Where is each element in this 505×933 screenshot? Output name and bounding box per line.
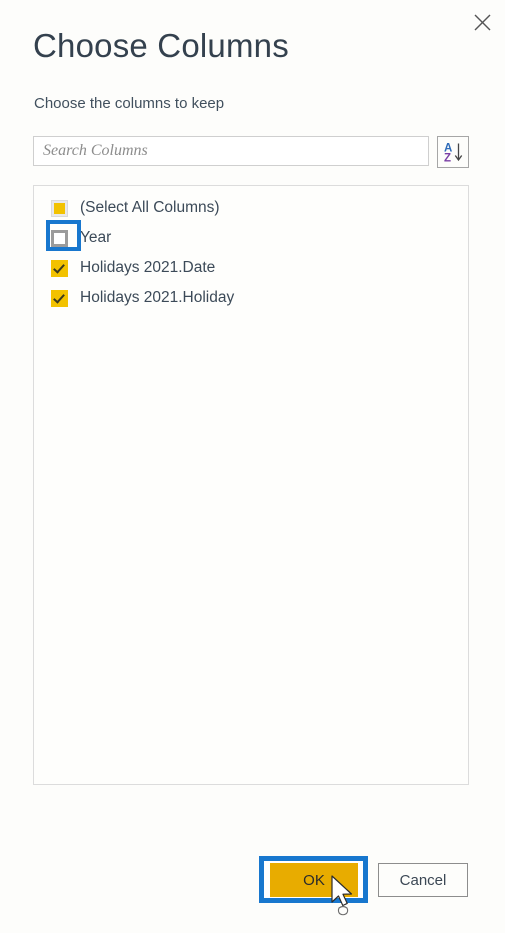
close-icon: [473, 13, 492, 32]
close-dialog-button[interactable]: [465, 6, 499, 38]
sort-az-button[interactable]: A Z: [437, 136, 469, 168]
cancel-button[interactable]: Cancel: [378, 863, 468, 897]
list-item-label: Year: [80, 229, 112, 247]
checkbox-holidays-2021-date[interactable]: [51, 259, 68, 277]
list-item-label: Holidays 2021.Date: [80, 259, 216, 277]
sort-az-icon: A Z: [441, 140, 465, 164]
search-row: A Z: [33, 136, 469, 168]
dialog-subtitle: Choose the columns to keep: [34, 95, 225, 112]
list-item[interactable]: (Select All Columns): [34, 193, 468, 223]
column-list[interactable]: (Select All Columns) Year Holidays 2021.…: [33, 185, 469, 785]
list-item-label: (Select All Columns): [80, 199, 220, 217]
list-item[interactable]: Year: [34, 220, 468, 253]
ok-button[interactable]: OK: [270, 863, 358, 897]
list-item[interactable]: Holidays 2021.Date: [34, 253, 468, 283]
list-item-label: Holidays 2021.Holiday: [80, 289, 235, 307]
checkbox-holidays-2021-holiday[interactable]: [51, 289, 68, 307]
svg-text:Z: Z: [444, 153, 451, 165]
checkbox-select-all-columns[interactable]: [51, 199, 68, 217]
search-input[interactable]: [33, 136, 429, 166]
list-item[interactable]: Holidays 2021.Holiday: [34, 283, 468, 313]
page-title: Choose Columns: [33, 27, 289, 64]
checkbox-year[interactable]: [51, 229, 68, 247]
